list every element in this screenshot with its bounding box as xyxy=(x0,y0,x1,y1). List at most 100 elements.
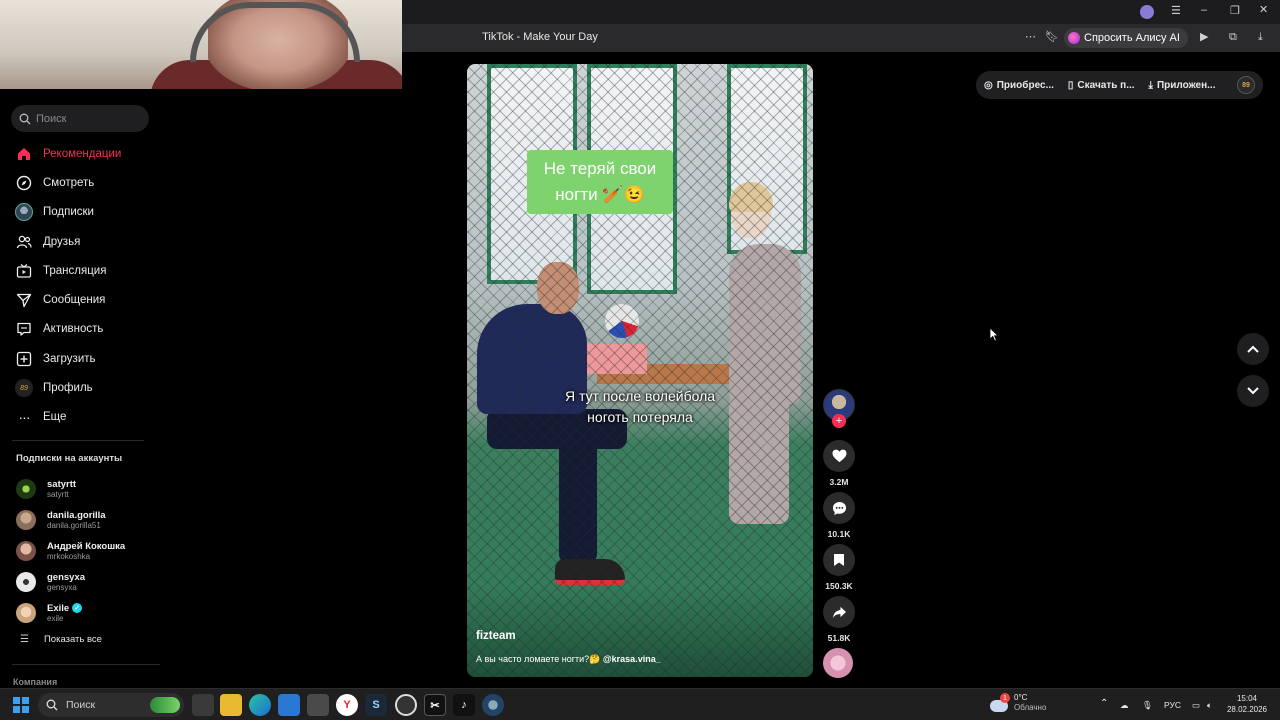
windows-taskbar: Поиск Y S ✂ ♪ 1 0°C Облачно ⌃ ☁ 🎙︎ РУС ▭… xyxy=(0,688,1280,720)
previous-video-button[interactable] xyxy=(1237,333,1269,365)
ask-alice-button[interactable]: Спросить Алису AI xyxy=(1064,28,1188,48)
profile-mini-avatar[interactable]: 89 xyxy=(1237,76,1255,94)
sidebar-item-friends[interactable]: Друзья xyxy=(12,227,162,256)
collections-icon[interactable]: ⧉ xyxy=(1229,32,1237,43)
subscription-name: satyrtt xyxy=(47,478,77,490)
clock-date: 28.02.2026 xyxy=(1226,705,1268,714)
alice-profile-icon[interactable] xyxy=(1140,5,1154,19)
sidebar-item-label: Подписки xyxy=(43,206,94,219)
edge-icon[interactable] xyxy=(249,694,271,716)
subscription-item[interactable]: Exile ✓ exile xyxy=(16,597,166,628)
show-all-link[interactable]: ☰ Показать все xyxy=(20,634,102,645)
video-description: А вы часто ломаете ногти?🤔 @krasa.vina_ xyxy=(476,654,661,665)
menu-icon[interactable]: ☰ xyxy=(1171,6,1181,17)
taskbar-search[interactable]: Поиск xyxy=(38,693,184,717)
mail-icon[interactable] xyxy=(278,694,300,716)
download-app-label: Скачать п... xyxy=(1077,79,1135,91)
capcut-icon[interactable]: ✂ xyxy=(424,694,446,716)
close-icon[interactable]: ✕ xyxy=(1259,5,1268,16)
more-options-icon[interactable]: ⋯ xyxy=(1025,32,1036,43)
top-actions-bar: ◎ Приобрес... ▯ Скачать п... ⤓ Приложен.… xyxy=(976,71,1263,99)
video-sticker-text: Не теряй свои ногти 🏏😉 xyxy=(527,150,673,214)
subscription-name: gensyxa xyxy=(47,571,86,583)
avatar xyxy=(16,509,36,530)
minimize-icon[interactable]: – xyxy=(1201,5,1207,16)
download-icon[interactable]: ⤓ xyxy=(1258,32,1263,43)
sticker-line: ногти 🏏😉 xyxy=(555,185,645,204)
obs-icon[interactable] xyxy=(395,694,417,716)
next-video-button[interactable] xyxy=(1237,375,1269,407)
description-text: А вы часто ломаете ногти?🤔 xyxy=(476,654,603,664)
taskbar-clock[interactable]: 15:04 28.02.2026 xyxy=(1222,693,1272,715)
subscription-item[interactable]: gensyxa gensyxa xyxy=(16,566,166,597)
microphone-icon[interactable]: 🎙︎ xyxy=(1142,700,1153,711)
video-player[interactable]: Не теряй свои ногти 🏏😉 Я тут после волей… xyxy=(467,64,813,677)
tray-expand-icon[interactable]: ⌃ xyxy=(1100,698,1108,709)
share-button[interactable] xyxy=(823,596,855,628)
save-button[interactable] xyxy=(823,544,855,576)
app-circle-icon[interactable] xyxy=(482,694,504,716)
sidebar-item-profile[interactable]: 89 Профиль xyxy=(12,373,162,402)
language-indicator[interactable]: РУС xyxy=(1164,700,1181,710)
subscription-name-text: Exile xyxy=(47,602,70,614)
sidebar-item-activity[interactable]: Активность xyxy=(12,315,162,344)
file-explorer-icon[interactable] xyxy=(220,694,242,716)
subscription-handle: mrkokoshka xyxy=(47,551,91,561)
volume-icon[interactable]: 🔈︎ xyxy=(1207,700,1212,711)
subscription-name: Андрей Кокошка xyxy=(47,540,126,552)
steam-icon[interactable]: S xyxy=(365,694,387,716)
subscription-item[interactable]: Андрей Кокошка mrkokoshka xyxy=(16,535,166,566)
compass-icon xyxy=(15,174,33,192)
verified-icon: ✓ xyxy=(72,603,83,613)
yandex-browser-icon[interactable]: Y xyxy=(336,694,358,716)
bookmark-icon[interactable]: 🔖︎ xyxy=(1045,32,1059,43)
subscription-handle: satyrtt xyxy=(47,489,69,499)
profile-icon: 89 xyxy=(15,379,33,398)
get-coins-button[interactable]: ◎ Приобрес... xyxy=(984,80,1054,91)
play-icon[interactable]: ▶ xyxy=(1200,32,1208,43)
subscription-item[interactable]: satyrtt satyrtt xyxy=(16,473,166,504)
share-action: 51.8K xyxy=(823,596,855,643)
music-disc-icon[interactable] xyxy=(823,648,853,678)
task-view-icon[interactable] xyxy=(192,694,214,716)
download-app-button[interactable]: ▯ Скачать п... xyxy=(1068,80,1135,91)
store-icon[interactable] xyxy=(307,694,329,716)
tab-title-text: TikTok - Make Your Day xyxy=(482,31,598,43)
mention-link[interactable]: @krasa.vina_ xyxy=(603,654,661,664)
sidebar-item-following[interactable]: Подписки xyxy=(12,198,162,227)
comment-button[interactable] xyxy=(823,492,855,524)
chevron-up-icon xyxy=(1247,345,1259,353)
sidebar-item-watch[interactable]: Смотреть xyxy=(12,168,162,197)
app-button[interactable]: ⤓ Приложен... xyxy=(1149,80,1216,91)
sidebar-divider xyxy=(12,440,144,441)
like-count: 3.2M xyxy=(829,477,849,487)
sidebar-item-upload[interactable]: Загрузить xyxy=(12,344,162,373)
search-highlight-icon xyxy=(150,697,180,713)
search-box[interactable] xyxy=(11,105,149,132)
tiktok-app-icon[interactable]: ♪ xyxy=(453,694,475,716)
network-icon[interactable]: ▭ xyxy=(1192,700,1200,711)
sidebar-item-live[interactable]: Трансляция xyxy=(12,256,162,285)
upload-plus-icon xyxy=(15,350,33,368)
video-author[interactable]: fizteam xyxy=(476,630,516,642)
company-link[interactable]: Компания xyxy=(13,677,57,687)
search-icon xyxy=(19,113,31,124)
weather-badge: 1 xyxy=(1000,693,1010,703)
subscription-name: Exile ✓ xyxy=(47,602,83,614)
restore-icon[interactable]: ❐ xyxy=(1230,6,1240,17)
like-button[interactable] xyxy=(823,440,855,472)
list-icon: ☰ xyxy=(20,634,29,645)
mouse-cursor-icon xyxy=(989,327,999,342)
follow-plus-icon[interactable]: + xyxy=(832,414,846,428)
tray-app-icon[interactable]: ☁ xyxy=(1120,700,1129,711)
like-action: 3.2M xyxy=(823,440,855,487)
profile-badge: 89 xyxy=(15,379,33,398)
sidebar-item-messages[interactable]: Сообщения xyxy=(12,285,162,314)
sidebar-item-more[interactable]: ··· Еще xyxy=(12,403,162,432)
sidebar-item-recommendations[interactable]: Рекомендации xyxy=(12,139,162,168)
windows-start-icon[interactable] xyxy=(13,697,29,713)
subscription-item[interactable]: danila.gorilla danila.gorilla51 xyxy=(16,504,166,535)
weather-widget[interactable]: 1 0°C Облачно xyxy=(990,693,1046,713)
search-input[interactable] xyxy=(36,112,146,125)
sidebar-item-label: Друзья xyxy=(43,235,81,248)
